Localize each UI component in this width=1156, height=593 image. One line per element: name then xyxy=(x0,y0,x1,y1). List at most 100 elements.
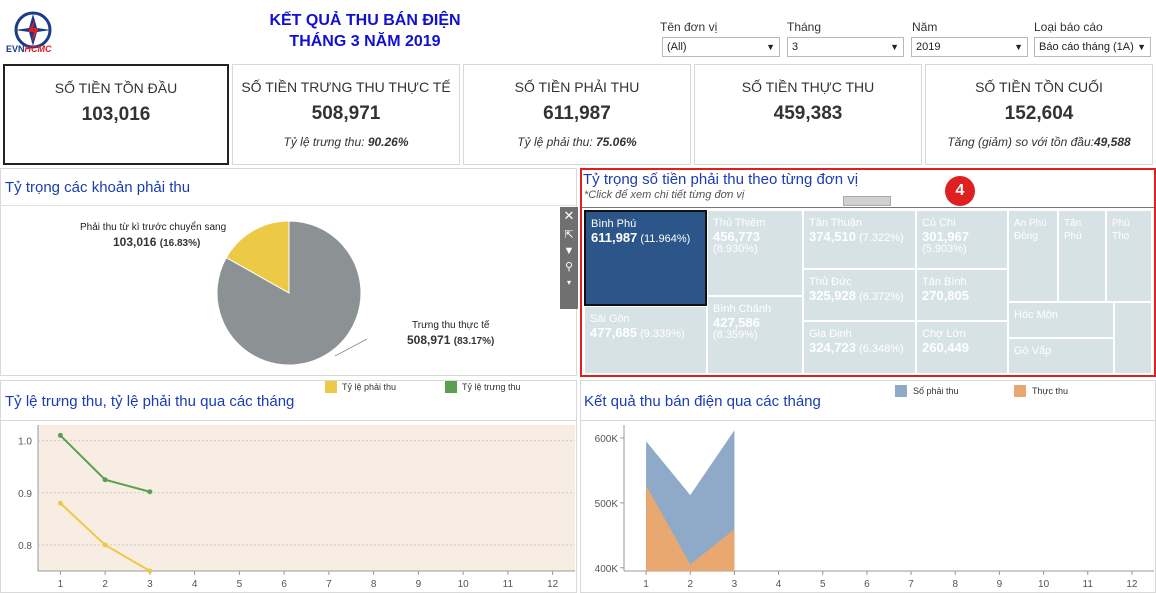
filter-report-label: Loại báo cáo xyxy=(1034,20,1103,34)
pie-panel-title: Tỷ trọng các khoản phải thu xyxy=(5,179,191,196)
open-external-icon[interactable]: ⇱ xyxy=(560,228,578,241)
chevron-down-icon: ▼ xyxy=(766,42,775,52)
x-tick-label: 7 xyxy=(326,579,332,590)
data-point[interactable] xyxy=(147,489,153,495)
line-chart-title: Tỷ lệ trưng thu, tỷ lệ phải thu qua các … xyxy=(5,393,295,410)
line-chart[interactable]: 1.00.90.81 2 3 4 5 6 7 8 9 10 11 12 xyxy=(0,421,577,593)
pie-label-prior: Phải thu từ kì trước chuyển sang xyxy=(80,222,227,233)
kpi-receivable[interactable]: SỐ TIỀN PHẢI THU 611,987 Tỷ lệ phải thu:… xyxy=(463,64,691,165)
treemap-node-tan-thuan[interactable]: Tân Thuận 374,510 (7.322%) xyxy=(803,210,916,269)
data-point[interactable] xyxy=(57,432,63,438)
filter-icon[interactable]: ▼ xyxy=(560,245,578,257)
kpi-value: 508,971 xyxy=(311,103,381,124)
x-tick-label: 10 xyxy=(1038,579,1050,590)
data-point[interactable] xyxy=(102,477,108,483)
x-tick-label: 8 xyxy=(371,579,377,590)
chevron-down-icon: ▼ xyxy=(1014,42,1023,52)
annotation-marker: 4 xyxy=(945,176,975,206)
treemap-node-thu-duc[interactable]: Thủ Đức 325,928 (6.372%) xyxy=(803,269,916,321)
chevron-down-icon: ▼ xyxy=(1137,42,1146,52)
pin-icon[interactable]: ⚲ xyxy=(560,260,578,273)
treemap-node-cu-chi[interactable]: Củ Chi 301,967 (5.903%) xyxy=(916,210,1008,269)
x-tick-label: 6 xyxy=(864,579,870,590)
x-tick-label: 2 xyxy=(687,579,693,590)
treemap-node-tan-binh[interactable]: Tân Bình 270,805 xyxy=(916,269,1008,321)
data-point[interactable] xyxy=(57,500,63,506)
y-tick-label: 600K xyxy=(595,434,619,445)
x-tick-label: 3 xyxy=(147,579,153,590)
treemap-subtitle: *Click để xem chi tiết từng đơn vị xyxy=(584,189,745,201)
y-tick-label: 0.9 xyxy=(18,489,32,500)
drag-handle[interactable] xyxy=(843,196,891,206)
pie-label-actual: Trưng thu thực tế xyxy=(412,320,490,331)
x-tick-label: 3 xyxy=(732,579,738,590)
treemap-node-binh-phu[interactable]: Bình Phú 611,987 (11.964%) xyxy=(584,210,707,306)
x-tick-label: 9 xyxy=(997,579,1003,590)
treemap-node-binh-chanh[interactable]: Bình Chánh 427,586 (8.359%) xyxy=(707,296,803,374)
x-tick-label: 6 xyxy=(281,579,287,590)
kpi-opening-balance[interactable]: SỐ TIỀN TỒN ĐẦU 103,016 xyxy=(3,64,229,165)
divider xyxy=(580,207,1156,208)
treemap-node-sai-gon[interactable]: Sài Gòn 477,685 (9.339%) xyxy=(584,306,707,374)
page-title-line1: KẾT QUẢ THU BÁN ĐIỆN xyxy=(269,12,461,29)
treemap-node-cho-lon[interactable]: Chợ Lớn 260,449 xyxy=(916,321,1008,374)
treemap-node-gia-dinh[interactable]: Gia Định 324,723 (6.348%) xyxy=(803,321,916,374)
kpi-sub: Tỷ lệ phải thu: 75.06% xyxy=(517,135,637,149)
kpi-label: SỐ TIỀN THỰC THU xyxy=(741,79,875,95)
data-point[interactable] xyxy=(147,568,153,574)
pie-value-actual: 508,971 (83.17%) xyxy=(407,333,495,347)
x-tick-label: 8 xyxy=(952,579,958,590)
y-tick-label: 0.8 xyxy=(18,541,32,552)
treemap-node-tan-phu[interactable]: Tân Phú xyxy=(1058,210,1106,302)
x-tick-label: 9 xyxy=(416,579,422,590)
filter-year-select[interactable]: 2019 ▼ xyxy=(911,37,1028,57)
treemap-node-other[interactable] xyxy=(1114,302,1152,374)
filter-unit-label: Tên đơn vị xyxy=(660,20,718,34)
legend-receivable: Tỷ lệ phải thu xyxy=(342,382,397,392)
treemap-node-phu-tho[interactable]: Phú Thọ xyxy=(1106,210,1152,302)
x-tick-label: 4 xyxy=(776,579,782,590)
treemap-node-thu-thiem[interactable]: Thủ Thiêm 456,773 (8.930%) xyxy=(707,210,803,296)
legend-collected: Thực thu xyxy=(1032,386,1069,396)
kpi-sub: Tỷ lệ trưng thu: 90.26% xyxy=(283,135,409,149)
x-tick-label: 10 xyxy=(458,579,470,590)
kpi-label: SỐ TIỀN TỒN ĐẦU xyxy=(54,80,178,96)
legend-swatch-receivable-amount xyxy=(895,385,907,397)
treemap-node-go-vap[interactable]: Gò Vấp xyxy=(1008,338,1114,374)
x-tick-label: 4 xyxy=(192,579,198,590)
kpi-closing-balance[interactable]: SỐ TIỀN TỒN CUỐI 152,604 Tăng (giảm) so … xyxy=(925,64,1153,165)
x-tick-label: 7 xyxy=(908,579,914,590)
filter-month-label: Tháng xyxy=(787,20,822,34)
legend-swatch-receivable xyxy=(325,381,337,393)
kpi-actual-collection[interactable]: SỐ TIỀN TRƯNG THU THỰC TẾ 508,971 Tỷ lệ … xyxy=(232,64,460,165)
data-point[interactable] xyxy=(102,542,108,548)
kpi-value: 103,016 xyxy=(81,104,151,125)
treemap-node-hoc-mon[interactable]: Hóc Môn xyxy=(1008,302,1114,338)
kpi-value: 459,383 xyxy=(773,103,843,124)
kpi-label: SỐ TIỀN TRƯNG THU THỰC TẾ xyxy=(241,79,451,95)
filter-report-select[interactable]: Báo cáo tháng (1A) ▼ xyxy=(1034,37,1151,57)
legend-collection: Tỷ lệ trưng thu xyxy=(462,382,521,392)
x-tick-label: 12 xyxy=(1126,579,1138,590)
x-tick-label: 11 xyxy=(1083,579,1094,590)
x-tick-label: 1 xyxy=(58,579,64,590)
x-tick-label: 1 xyxy=(643,579,649,590)
kpi-value: 152,604 xyxy=(1004,103,1074,124)
kpi-collected[interactable]: SỐ TIỀN THỰC THU 459,383 xyxy=(694,64,922,165)
kpi-sub: Tăng (giảm) so với tồn đầu:49,588 xyxy=(947,135,1131,149)
y-tick-label: 1.0 xyxy=(18,437,32,448)
more-options-icon[interactable]: ▾ xyxy=(560,278,578,287)
treemap-node-an-phu-dong[interactable]: An Phú Đông xyxy=(1008,210,1058,302)
x-tick-label: 2 xyxy=(102,579,108,590)
legend-receivable-amount: Số phải thu xyxy=(913,386,959,396)
kpi-label: SỐ TIỀN TỒN CUỐI xyxy=(975,79,1103,95)
y-tick-label: 400K xyxy=(595,564,619,575)
filter-month-select[interactable]: 3 ▼ xyxy=(787,37,904,57)
x-tick-label: 11 xyxy=(503,579,514,590)
close-icon[interactable]: ✕ xyxy=(560,208,578,224)
x-tick-label: 5 xyxy=(820,579,826,590)
filter-unit-select[interactable]: (All) ▼ xyxy=(662,37,780,57)
area-chart[interactable]: 600K500K400K1 2 3 4 5 6 7 8 9 10 11 12 xyxy=(580,421,1156,593)
plot-background xyxy=(38,425,575,571)
chevron-down-icon: ▼ xyxy=(890,42,899,52)
